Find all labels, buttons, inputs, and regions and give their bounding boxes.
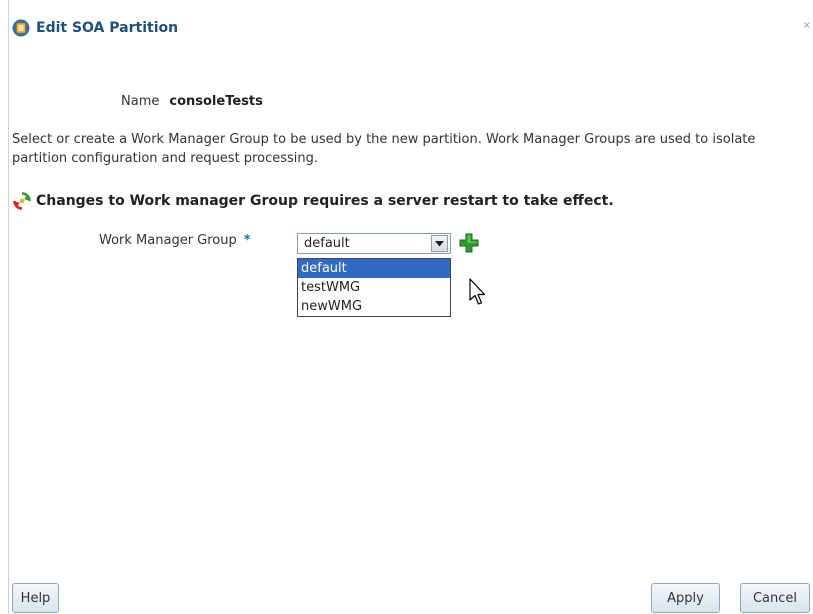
dialog-left-border (8, 0, 9, 614)
help-button[interactable]: Help (12, 583, 59, 613)
apply-button[interactable]: Apply (651, 583, 720, 613)
restart-icon (13, 192, 31, 210)
option-newwmg[interactable]: newWMG (298, 297, 450, 316)
work-manager-group-row: Work Manager Group * (99, 233, 263, 248)
work-manager-group-select[interactable]: default (297, 233, 451, 254)
edit-soa-partition-dialog: Edit SOA Partition × Name consoleTests S… (0, 0, 813, 614)
restart-warning: Changes to Work manager Group requires a… (12, 191, 614, 211)
option-testwmg[interactable]: testWMG (298, 278, 450, 297)
partition-name-row: Name consoleTests (121, 94, 263, 109)
add-icon[interactable] (459, 233, 479, 253)
close-icon[interactable]: × (803, 20, 811, 31)
dialog-title-bar: Edit SOA Partition (12, 16, 178, 40)
work-manager-group-label: Work Manager Group (99, 233, 237, 248)
dialog-title: Edit SOA Partition (36, 20, 179, 36)
warning-text: Changes to Work manager Group requires a… (36, 193, 614, 209)
chevron-down-icon[interactable] (431, 235, 448, 252)
name-label: Name (121, 94, 160, 109)
select-current-value: default (304, 236, 350, 251)
cancel-button[interactable]: Cancel (740, 583, 810, 613)
description-text: Select or create a Work Manager Group to… (12, 132, 756, 166)
mouse-cursor-icon (469, 278, 486, 305)
soa-partition-icon (12, 19, 30, 37)
required-indicator: * (243, 233, 251, 248)
option-default[interactable]: default (298, 259, 450, 278)
work-manager-group-options: default testWMG newWMG (297, 258, 451, 317)
partition-name-value: consoleTests (169, 94, 263, 109)
